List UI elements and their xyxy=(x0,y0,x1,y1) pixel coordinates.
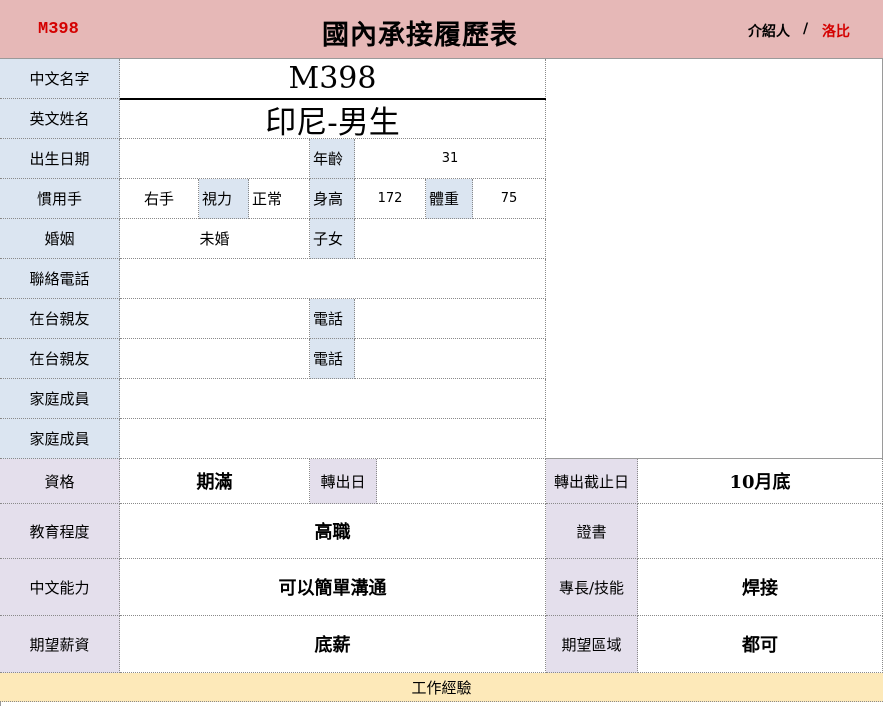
family-member-1-label: 家庭成員 xyxy=(0,379,120,419)
transfer-deadline-value[interactable]: 10月底 xyxy=(638,459,883,504)
relative-2-label: 在台親友 xyxy=(0,339,120,379)
handedness-label: 慣用手 xyxy=(0,179,120,219)
family-member-2-value[interactable] xyxy=(120,419,546,459)
weight-value[interactable]: 75 xyxy=(473,179,546,219)
relative-1-value[interactable] xyxy=(120,299,310,339)
qualification-value[interactable]: 期滿 xyxy=(120,459,310,504)
qualification-label: 資格 xyxy=(0,459,120,504)
marital-status-value[interactable]: 未婚 xyxy=(120,219,310,259)
children-value[interactable] xyxy=(355,219,546,259)
chinese-ability-value[interactable]: 可以簡單溝通 xyxy=(120,559,546,616)
relative-2-phone-label: 電話 xyxy=(310,339,355,379)
expected-salary-value[interactable]: 底薪 xyxy=(120,616,546,673)
chinese-ability-label: 中文能力 xyxy=(0,559,120,616)
expected-region-label: 期望區域 xyxy=(546,616,638,673)
introducer-value: 洛比 xyxy=(822,24,850,40)
vision-label: 視力 xyxy=(199,179,249,219)
certificate-label: 證書 xyxy=(546,504,638,559)
height-label: 身高 xyxy=(310,179,355,219)
age-value[interactable]: 31 xyxy=(355,139,546,179)
transfer-date-label: 轉出日 xyxy=(310,459,377,504)
relative-1-phone-label: 電話 xyxy=(310,299,355,339)
expected-salary-label: 期望薪資 xyxy=(0,616,120,673)
chinese-name-value[interactable]: M398 xyxy=(120,59,546,99)
introducer-separator: / xyxy=(803,21,809,37)
page-title: 國內承接履歷表 xyxy=(322,20,518,51)
certificate-value[interactable] xyxy=(638,504,883,559)
relative-1-phone-value[interactable] xyxy=(355,299,546,339)
relative-1-label: 在台親友 xyxy=(0,299,120,339)
form-header: M398 國內承接履歷表 介紹人 / 洛比 xyxy=(0,0,883,59)
skill-value[interactable]: 焊接 xyxy=(638,559,883,616)
transfer-deadline-label: 轉出截止日 xyxy=(546,459,638,504)
resume-table: 中文名字 M398 英文姓名 印尼-男生 出生日期 年齡 31 慣用手 右手 視… xyxy=(0,59,883,706)
introducer-label: 介紹人 xyxy=(748,24,790,40)
birth-date-value[interactable] xyxy=(120,139,310,179)
english-name-value[interactable]: 印尼-男生 xyxy=(120,100,546,139)
height-value[interactable]: 172 xyxy=(355,179,426,219)
vision-value[interactable]: 正常 xyxy=(249,179,310,219)
relative-2-phone-value[interactable] xyxy=(355,339,546,379)
weight-label: 體重 xyxy=(426,179,473,219)
transfer-date-value[interactable] xyxy=(377,459,546,504)
education-label: 教育程度 xyxy=(0,504,120,559)
children-label: 子女 xyxy=(310,219,355,259)
expected-region-value[interactable]: 都可 xyxy=(638,616,883,673)
handedness-value[interactable]: 右手 xyxy=(120,179,199,219)
english-name-label: 英文姓名 xyxy=(0,99,120,139)
birth-date-label: 出生日期 xyxy=(0,139,120,179)
marital-status-label: 婚姻 xyxy=(0,219,120,259)
education-value[interactable]: 高職 xyxy=(120,504,546,559)
skill-label: 專長/技能 xyxy=(546,559,638,616)
age-label: 年齡 xyxy=(310,139,355,179)
contact-phone-label: 聯絡電話 xyxy=(0,259,120,299)
contact-phone-value[interactable] xyxy=(120,259,546,299)
relative-2-value[interactable] xyxy=(120,339,310,379)
work-experience-header: 工作經驗 xyxy=(0,673,883,702)
chinese-name-label: 中文名字 xyxy=(0,59,120,99)
family-member-2-label: 家庭成員 xyxy=(0,419,120,459)
photo-area xyxy=(546,59,883,459)
family-member-1-value[interactable] xyxy=(120,379,546,419)
